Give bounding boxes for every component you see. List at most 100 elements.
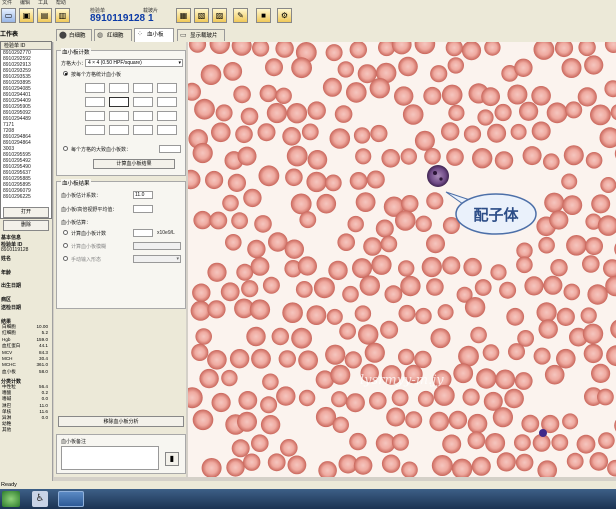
note-edit-button[interactable]: ▮ xyxy=(165,452,179,466)
grid-cell[interactable] xyxy=(85,111,105,121)
grid-cell[interactable] xyxy=(85,83,105,93)
red-blood-cell xyxy=(260,415,281,435)
sample-row[interactable]: 8910296225 xyxy=(1,194,51,200)
edit-icon: ▮ xyxy=(169,454,175,463)
report-icon[interactable]: ▧ xyxy=(194,8,209,23)
note-textarea[interactable] xyxy=(61,446,159,470)
est-count-input[interactable] xyxy=(133,229,153,237)
red-blood-cell xyxy=(260,396,278,414)
est-fuzzy-input[interactable] xyxy=(133,242,181,250)
red-blood-cell xyxy=(481,87,500,107)
est-count-radio[interactable] xyxy=(63,230,68,235)
gametocyte-cell[interactable] xyxy=(427,165,449,187)
result-group: 血小板结果 血小板估计系数： 11.0 血小板/高倍视野平均值： 血小板估算： … xyxy=(56,179,186,309)
status-text: Ready xyxy=(1,482,17,488)
red-blood-cell xyxy=(561,173,578,190)
analyze-button[interactable]: 移除血小板分析 xyxy=(58,416,184,427)
app-window-icon[interactable] xyxy=(58,491,84,507)
est-manual-select[interactable]: ▾ xyxy=(133,255,181,263)
start-icon[interactable] xyxy=(2,491,20,507)
red-blood-cell xyxy=(421,256,442,278)
grid-cell[interactable] xyxy=(133,125,153,135)
est-manual-radio[interactable] xyxy=(63,256,68,261)
sample-list-header[interactable]: 检验单 ID xyxy=(1,42,51,50)
grid-cell[interactable] xyxy=(157,83,177,93)
color-palette-icon[interactable]: ■ xyxy=(256,8,271,23)
accessibility-icon[interactable]: ♿ xyxy=(32,491,48,507)
tab-wbc[interactable]: ⬤ 白细胞 xyxy=(56,29,92,41)
red-blood-cell xyxy=(398,56,418,77)
avg-input[interactable] xyxy=(133,205,153,213)
red-blood-cell xyxy=(544,192,565,213)
save-icon[interactable]: ▤ xyxy=(37,8,52,23)
mode-large-radio[interactable] xyxy=(63,146,68,151)
tab-label: 红细胞 xyxy=(107,33,124,39)
rbc-icon: ◍ xyxy=(97,32,104,39)
grid-cell[interactable] xyxy=(157,97,177,107)
tab-label: 白细胞 xyxy=(69,33,86,39)
tab-slide[interactable]: ▭ 显示载玻片 xyxy=(177,29,225,41)
red-blood-cell xyxy=(591,194,611,214)
grid-size-value: 4 × 4 (0.50 HPF/square) xyxy=(88,60,142,66)
histogram-icon[interactable]: ▨ xyxy=(212,8,227,23)
new-icon[interactable]: ▭ xyxy=(1,8,16,23)
factor-input[interactable]: 11.0 xyxy=(133,191,153,199)
red-blood-cell xyxy=(282,127,301,146)
platelet-dot[interactable] xyxy=(539,429,547,437)
red-blood-cell xyxy=(284,239,304,259)
grid-cell[interactable] xyxy=(85,97,105,107)
tab-rbc[interactable]: ◍ 红细胞 xyxy=(94,29,132,41)
red-blood-cell xyxy=(250,257,270,276)
grid-cell[interactable] xyxy=(157,111,177,121)
note-label: 血小板备注 xyxy=(61,439,87,445)
result-row: 白细胞 10.00 xyxy=(2,324,50,329)
grid-cell[interactable] xyxy=(133,111,153,121)
grid-cell[interactable] xyxy=(157,125,177,135)
result-value: 5.2 xyxy=(41,330,48,336)
red-blood-cell xyxy=(538,236,555,254)
info-title: 基本信息 xyxy=(1,235,22,241)
chart-icon[interactable]: ▦ xyxy=(176,8,191,23)
red-blood-cell xyxy=(342,285,359,303)
red-blood-cell xyxy=(262,276,280,294)
red-blood-cell xyxy=(391,389,409,407)
grid-cell[interactable] xyxy=(85,125,105,135)
red-blood-cell xyxy=(249,299,271,320)
red-blood-cell xyxy=(556,348,576,369)
settings-icon[interactable]: ⚙ xyxy=(277,8,292,23)
red-blood-cell xyxy=(298,389,316,407)
large-count-input[interactable] xyxy=(159,145,181,153)
tab-platelet[interactable]: ⁘ 血小板 xyxy=(134,28,174,42)
open-button[interactable]: 打开 xyxy=(3,207,49,218)
diff-row: 淋巴 11.0 xyxy=(2,403,50,408)
grid-cell[interactable] xyxy=(109,97,129,107)
red-blood-cell xyxy=(446,148,464,166)
red-blood-cell xyxy=(474,279,492,296)
grid-cell[interactable] xyxy=(109,125,129,135)
result-value: 30.4 xyxy=(39,356,48,361)
grid-cell[interactable] xyxy=(109,111,129,121)
mode-each-radio[interactable] xyxy=(63,71,68,76)
est-fuzzy-radio[interactable] xyxy=(63,243,68,248)
slide-icon: ▭ xyxy=(180,32,187,39)
red-blood-cell xyxy=(325,344,346,365)
red-blood-cell xyxy=(381,149,400,168)
grid-cell[interactable] xyxy=(109,83,129,93)
grid-size-select[interactable]: 4 × 4 (0.50 HPF/square) ▾ xyxy=(85,59,183,67)
grid-cell[interactable] xyxy=(133,83,153,93)
sample-list[interactable]: 检验单 ID 8910292770 8910292592 8910292913 891… xyxy=(0,41,52,219)
open-folder-icon[interactable]: ▣ xyxy=(19,8,34,23)
red-blood-cell xyxy=(442,434,462,454)
date-label: 送检日期 xyxy=(1,305,22,311)
red-blood-cell xyxy=(231,212,248,230)
red-blood-cell xyxy=(585,152,603,169)
grid-cell[interactable] xyxy=(133,97,153,107)
red-blood-cell xyxy=(375,219,394,238)
red-blood-cell xyxy=(543,153,560,170)
microscope-view[interactable]: 配子体 lysrmyy-m.jy xyxy=(180,33,616,481)
print-icon[interactable]: ▥ xyxy=(55,8,70,23)
calc-button[interactable]: 计算血小板结果 xyxy=(93,159,175,169)
edit-icon[interactable]: ✎ xyxy=(233,8,248,23)
red-blood-cell xyxy=(506,307,525,326)
delete-button[interactable]: 删除 xyxy=(3,220,49,231)
